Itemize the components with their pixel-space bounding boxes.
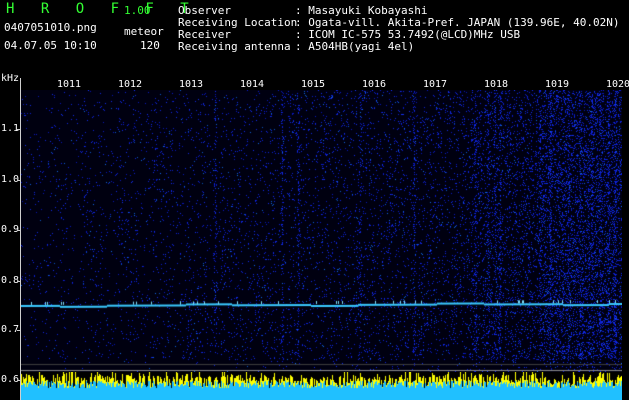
x-tick-label: 1011 [57, 79, 82, 90]
x-tick-label: 1019 [545, 79, 570, 90]
x-tick-label: 1012 [118, 79, 143, 90]
plot-left-border [20, 78, 21, 400]
signal-level-strip [20, 372, 622, 400]
x-tick-label: 1020 [606, 79, 629, 90]
file-datetime: 04.07.05 10:10 [4, 39, 97, 52]
x-tick-label: 1014 [240, 79, 265, 90]
meteor-count: 120 [140, 39, 160, 52]
spectrogram [20, 90, 622, 372]
app-version: 1.00 [124, 4, 151, 17]
info-antenna-key: Receiving antenna [178, 40, 291, 53]
x-tick-label: 1015 [301, 79, 326, 90]
file-name: 0407051010.png [4, 21, 97, 34]
info-antenna-value: : A504HB(yagi 4el) [295, 40, 415, 53]
meteor-label: meteor [124, 25, 164, 38]
x-tick-label: 1017 [423, 79, 448, 90]
app-logo: H R O F F T [6, 1, 198, 17]
y-axis-unit: kHz [1, 73, 20, 84]
x-tick-label: 1013 [179, 79, 204, 90]
x-tick-label: 1018 [484, 79, 509, 90]
x-tick-label: 1016 [362, 79, 387, 90]
